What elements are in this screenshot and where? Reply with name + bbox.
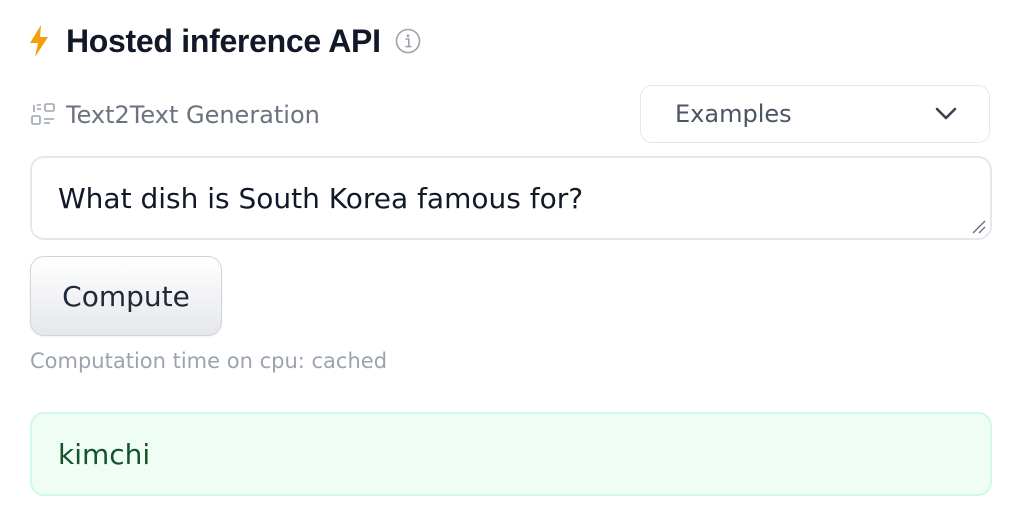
widget-header: Hosted inference API xyxy=(28,20,421,62)
output-text: kimchi xyxy=(58,437,151,471)
examples-dropdown-label: Examples xyxy=(675,100,792,128)
compute-button[interactable]: Compute xyxy=(30,256,222,336)
info-circle-icon[interactable] xyxy=(395,28,421,54)
chevron-down-icon xyxy=(935,107,957,120)
widget-title: Hosted inference API xyxy=(66,22,381,59)
inference-widget: Hosted inference API Text2Text Generatio… xyxy=(0,0,1010,518)
lightning-bolt-icon xyxy=(30,25,48,57)
task-label: Text2Text Generation xyxy=(66,101,320,129)
computation-time-status: Computation time on cpu: cached xyxy=(30,349,388,373)
resize-handle-icon[interactable] xyxy=(970,218,986,234)
text2text-task-icon xyxy=(31,103,55,125)
output-box: kimchi xyxy=(30,412,992,496)
compute-button-label: Compute xyxy=(62,279,190,313)
prompt-input[interactable]: What dish is South Korea famous for? xyxy=(30,156,992,240)
examples-dropdown[interactable]: Examples xyxy=(640,85,990,143)
prompt-input-value: What dish is South Korea famous for? xyxy=(58,181,584,215)
task-type: Text2Text Generation xyxy=(30,96,320,134)
